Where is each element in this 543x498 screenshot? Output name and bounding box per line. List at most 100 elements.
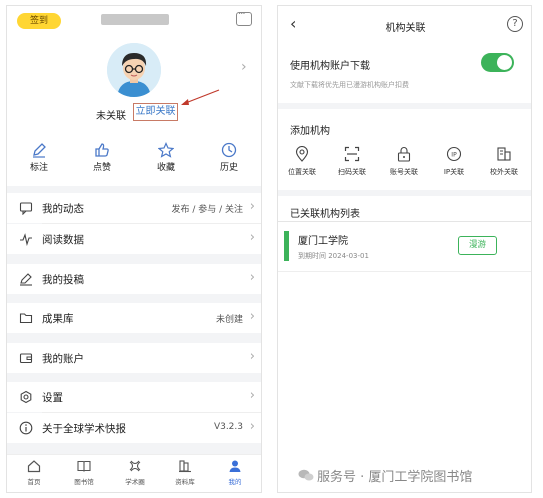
chevron-right-icon: › (249, 199, 255, 214)
ip-icon: IP (446, 146, 462, 162)
institution-card[interactable]: 厦门工学院 到期时间 2024-03-01 漫游 (278, 225, 531, 271)
message-icon (19, 202, 33, 215)
roam-button[interactable]: 漫游 (458, 236, 497, 255)
help-icon[interactable]: ? (507, 16, 523, 32)
menu-item-label: 成果库 (42, 313, 74, 325)
wechat-icon (298, 469, 314, 481)
menu-item-label: 关于全球学术快报 (42, 423, 126, 435)
unlinked-label: 未关联 (96, 111, 126, 122)
tab-academic-circle[interactable]: 学术圈 (115, 459, 155, 486)
menu-item-my-submissions[interactable]: 我的投稿 › (7, 264, 261, 294)
quick-action-label: 历史 (219, 163, 238, 173)
chevron-right-icon: › (249, 388, 255, 403)
quick-action-label: 收藏 (156, 163, 175, 173)
chevron-right-icon: › (249, 270, 255, 285)
profile-screen: 签到 › 未关联 立即关联 (6, 5, 262, 493)
wallet-icon (19, 353, 33, 364)
quick-action-favorite[interactable]: 收藏 (146, 142, 186, 173)
institution-name: 厦门工学院 (298, 236, 348, 247)
menu-item-label: 阅读数据 (42, 234, 84, 246)
folder-icon (19, 313, 33, 324)
nav-bar: ‹ 机构关联 ? (278, 6, 531, 44)
menu-item-reading-data[interactable]: 阅读数据 › (7, 224, 261, 254)
quick-action-label: 点赞 (92, 163, 111, 173)
menu-item-my-account[interactable]: 我的账户 › (7, 343, 261, 373)
clock-icon (221, 142, 237, 158)
page-title: 机构关联 (385, 23, 426, 34)
quick-actions: 标注 点赞 收藏 历史 (7, 134, 261, 186)
option-label: 账号关联 (390, 168, 418, 176)
option-account-link[interactable]: 账号关联 (382, 146, 426, 177)
institution-expiry: 到期时间 2024-03-01 (298, 252, 369, 260)
tab-database[interactable]: 资料库 (165, 459, 205, 486)
chevron-right-icon: › (249, 309, 255, 324)
linked-institutions-label: 已关联机构列表 (290, 209, 360, 220)
quick-action-annotate[interactable]: 标注 (19, 142, 59, 173)
library-icon (179, 460, 191, 473)
menu-item-label: 我的投稿 (42, 274, 84, 286)
divider (278, 221, 531, 222)
menu-item-achievements[interactable]: 成果库 未创建 › (7, 303, 261, 333)
add-institution-label: 添加机构 (290, 126, 330, 137)
pen-icon (33, 143, 46, 158)
menu-item-value: 发布 / 参与 / 关注 (171, 205, 243, 215)
building-icon (497, 147, 511, 161)
thumbs-up-icon (95, 143, 109, 157)
svg-text:IP: IP (451, 152, 457, 159)
chevron-right-icon: › (249, 419, 255, 434)
menu-item-label: 设置 (42, 392, 63, 404)
signin-badge[interactable]: 签到 (17, 13, 61, 29)
institution-accent-bar (284, 231, 289, 261)
section-separator (278, 103, 531, 109)
lock-icon (397, 147, 411, 162)
option-label: 位置关联 (288, 168, 316, 176)
use-institution-account-toggle[interactable] (481, 53, 514, 72)
tab-label: 图书馆 (74, 478, 94, 486)
blank-area (278, 271, 531, 492)
menu-item-label: 我的动态 (42, 203, 84, 215)
option-offcampus-link[interactable]: 校外关联 (482, 146, 526, 177)
option-label: IP关联 (443, 168, 465, 176)
quick-action-like[interactable]: 点赞 (82, 142, 122, 173)
gear-icon (20, 390, 32, 404)
tab-label: 首页 (27, 478, 41, 486)
menu-item-about[interactable]: 关于全球学术快报 V3.2.3 › (7, 413, 261, 443)
menu-item-settings[interactable]: 设置 › (7, 382, 261, 412)
link-now-button[interactable]: 立即关联 (133, 103, 178, 121)
avatar[interactable] (107, 43, 161, 97)
annotation-arrow-icon (181, 89, 220, 105)
app-version: V3.2.3 (213, 422, 243, 432)
menu-item-label: 我的账户 (42, 353, 84, 365)
chevron-right-icon: › (249, 349, 255, 364)
section-separator (278, 190, 531, 196)
menu-item-value: 未创建 (215, 315, 243, 325)
option-ip-link[interactable]: IP IP关联 (432, 146, 476, 177)
chevron-right-icon: › (249, 230, 255, 245)
menu-item-my-activity[interactable]: 我的动态 发布 / 参与 / 关注 › (7, 193, 261, 223)
page: 签到 › 未关联 立即关联 (0, 0, 543, 498)
tab-library[interactable]: 图书馆 (64, 459, 104, 486)
quick-action-label: 标注 (29, 163, 48, 173)
circle-nodes-icon (129, 460, 141, 472)
profile-header: 签到 › 未关联 立即关联 (7, 6, 261, 134)
use-institution-account-label: 使用机构账户下载 (290, 61, 370, 72)
person-icon (229, 460, 241, 472)
message-icon[interactable] (236, 9, 252, 26)
tab-mine[interactable]: 我的 (215, 459, 255, 486)
option-location-link[interactable]: 位置关联 (280, 146, 324, 177)
watermark-text: 服务号 · 厦门工学院图书馆 (317, 470, 473, 485)
scan-icon (344, 146, 360, 162)
info-icon (19, 421, 33, 435)
option-scan-link[interactable]: 扫码关联 (330, 146, 374, 177)
home-icon (27, 460, 41, 473)
tab-home[interactable]: 首页 (14, 459, 54, 486)
option-label: 扫码关联 (338, 168, 366, 176)
username-redacted (101, 14, 169, 25)
use-institution-account-note: 文献下载将优先用已漫游机构账户扣费 (290, 81, 409, 89)
tab-label: 学术圈 (125, 478, 145, 486)
quick-action-history[interactable]: 历史 (209, 142, 249, 173)
star-icon (158, 142, 174, 158)
option-label: 校外关联 (490, 168, 518, 176)
chevron-right-icon[interactable]: › (241, 59, 247, 75)
tab-label: 资料库 (175, 478, 195, 486)
